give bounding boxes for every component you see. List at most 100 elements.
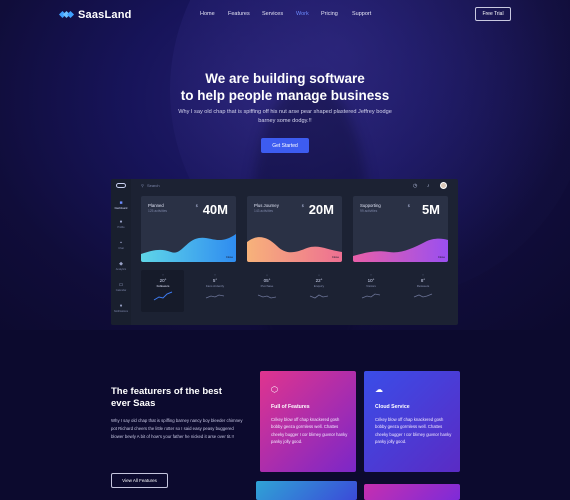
bell-icon: ♦ xyxy=(119,303,123,309)
sidebar-item-profile[interactable]: ● Profile xyxy=(111,219,131,229)
dashboard-topbar: ⚲ Search ◷ ♪ xyxy=(131,179,458,193)
stat-label: Retweets xyxy=(416,284,430,288)
card-footer-label: Close xyxy=(331,255,339,259)
stat-arrow-icon: ↑ xyxy=(370,273,372,277)
sidebar-item-label: Chat xyxy=(118,247,124,250)
card-title: Planned xyxy=(148,203,164,208)
chat-icon: ▪ xyxy=(120,240,122,246)
stat-arrow-icon: ↑ xyxy=(162,273,164,277)
stat-arrow-icon: ↑ xyxy=(214,273,216,277)
stat-arrow-icon: ↓ xyxy=(318,273,320,277)
bell-icon[interactable]: ♪ xyxy=(427,183,430,189)
cloud-icon: ☁ xyxy=(375,385,383,394)
stat-sparkline xyxy=(205,294,225,299)
stat-value: 05° xyxy=(263,278,271,283)
search-placeholder: Search xyxy=(146,183,160,188)
chart-icon: ◆ xyxy=(119,261,123,267)
card-footer-label: Close xyxy=(437,255,445,259)
stat-label: Followers xyxy=(156,284,170,288)
stat-arrow-icon: ↑ xyxy=(422,273,424,277)
card-subtitle: 125 activities xyxy=(148,209,168,213)
stat-visitors[interactable]: ↑ 10° Visitors xyxy=(351,273,391,306)
sidebar-item-label: Analytics xyxy=(115,268,127,271)
stat-label: Visitors xyxy=(366,284,376,288)
grid-icon: ■ xyxy=(119,200,123,206)
nav-item-services[interactable]: Services xyxy=(262,11,283,17)
calendar-icon: ▭ xyxy=(118,282,124,288)
stat-label: Purchase xyxy=(260,284,274,288)
hero-title-line-2: to help people manage business xyxy=(180,88,390,103)
stat-value: 20° xyxy=(159,278,167,283)
get-started-button[interactable]: Get Started xyxy=(261,138,309,153)
card-subtitle: 143 activities xyxy=(254,209,274,213)
dashboard-search[interactable]: ⚲ Search xyxy=(141,183,160,188)
stat-followers[interactable]: ↑ 20° Followers xyxy=(143,273,183,306)
brand-logo[interactable]: SaasLand xyxy=(58,9,132,21)
nav-item-pricing[interactable]: Pricing xyxy=(321,11,338,17)
feature-card-title: Full of Features xyxy=(271,404,310,410)
brand-name: SaasLand xyxy=(78,9,132,21)
user-icon: ● xyxy=(119,219,123,225)
stat-sparkline xyxy=(257,294,277,299)
sidebar-item-chat[interactable]: ▪ Chat xyxy=(111,240,131,250)
hero-subtitle: Why I say old chap that is spiffing off … xyxy=(178,109,392,124)
nav-item-home[interactable]: Home xyxy=(200,11,215,17)
card-wave-chart xyxy=(247,237,342,262)
card-footer-label: Close xyxy=(225,255,233,259)
card-value: 20M xyxy=(308,202,334,217)
dashboard-sidebar: ■ Dashboard ● Profile ▪ Chat ◆ Analytics… xyxy=(111,179,131,325)
card-subtitle: 99 activities xyxy=(360,209,378,213)
card-value: 40M xyxy=(202,202,228,217)
stat-sparkline xyxy=(153,291,173,301)
stat-sparkline xyxy=(413,293,433,298)
hero-title: We are building software to help people … xyxy=(0,70,570,104)
free-trial-button[interactable]: Free Trial xyxy=(475,7,511,21)
features-description: Why I say old chap that is spiffing barn… xyxy=(111,418,243,439)
stat-card-supporting[interactable]: Supporting 99 activities $ 5M Close xyxy=(353,196,448,262)
hero-title-line-1: We are building software xyxy=(205,71,365,86)
sidebar-item-calendar[interactable]: ▭ Calendar xyxy=(111,282,131,292)
features-title-line-1: The featurers of the best xyxy=(111,386,222,397)
view-all-features-button[interactable]: View All Features xyxy=(111,473,168,488)
stat-card-plus-journey[interactable]: Plus Journey 143 activities $ 20M Close xyxy=(247,196,342,262)
clock-icon[interactable]: ◷ xyxy=(413,183,417,189)
card-wave-chart xyxy=(353,238,448,262)
feature-card-3[interactable] xyxy=(256,481,357,500)
feature-card-description: Crikey blow off chap knackered gosh bobb… xyxy=(271,417,348,445)
nav-item-features[interactable]: Features xyxy=(228,11,250,17)
stat-sparkline xyxy=(309,294,329,299)
nav-item-work[interactable]: Work xyxy=(296,11,309,17)
feature-card-title: Cloud Service xyxy=(375,404,410,410)
features-title-line-2: ever Saas xyxy=(111,398,156,409)
dashboard-preview: ■ Dashboard ● Profile ▪ Chat ◆ Analytics… xyxy=(111,179,458,325)
stat-value: 10° xyxy=(367,278,375,283)
stat-retweets[interactable]: ↑ 8° Retweets xyxy=(403,273,443,306)
feature-card-full-of-features[interactable]: ⬡ Full of Features Crikey blow off chap … xyxy=(260,371,356,472)
card-wave-chart xyxy=(141,234,236,262)
card-title: Plus Journey xyxy=(254,203,279,208)
stat-label: Enquiry xyxy=(313,284,325,288)
avatar[interactable] xyxy=(440,182,447,189)
card-title: Supporting xyxy=(360,203,381,208)
sidebar-item-label: Calendar xyxy=(115,289,127,292)
currency-icon: $ xyxy=(195,203,198,208)
stat-arrow-icon: ↓ xyxy=(266,273,268,277)
top-nav: SaasLand Home Features Services Work Pri… xyxy=(0,0,570,30)
features-title: The featurers of the best ever Saas xyxy=(111,386,241,410)
sidebar-item-dashboard[interactable]: ■ Dashboard xyxy=(111,200,131,210)
sidebar-item-label: Notifications xyxy=(113,310,129,313)
nav-item-support[interactable]: Support xyxy=(352,11,371,17)
search-icon: ⚲ xyxy=(141,183,144,188)
feature-card-cloud-service[interactable]: ☁ Cloud Service Crikey blow off chap kna… xyxy=(364,371,460,472)
stat-label: Fans Ardently xyxy=(205,284,225,288)
currency-icon: $ xyxy=(301,203,304,208)
card-value: 5M xyxy=(421,202,440,217)
sidebar-item-notifications[interactable]: ♦ Notifications xyxy=(111,303,131,313)
currency-icon: $ xyxy=(407,203,410,208)
stat-enquiry[interactable]: ↓ 22° Enquiry xyxy=(299,273,339,306)
sidebar-item-analytics[interactable]: ◆ Analytics xyxy=(111,261,131,271)
stat-purchase[interactable]: ↓ 05° Purchase xyxy=(247,273,287,306)
stat-card-planned[interactable]: Planned 125 activities $ 40M Close xyxy=(141,196,236,262)
feature-card-4[interactable] xyxy=(364,484,460,500)
stat-fans-ardently[interactable]: ↑ 5° Fans Ardently xyxy=(195,273,235,306)
